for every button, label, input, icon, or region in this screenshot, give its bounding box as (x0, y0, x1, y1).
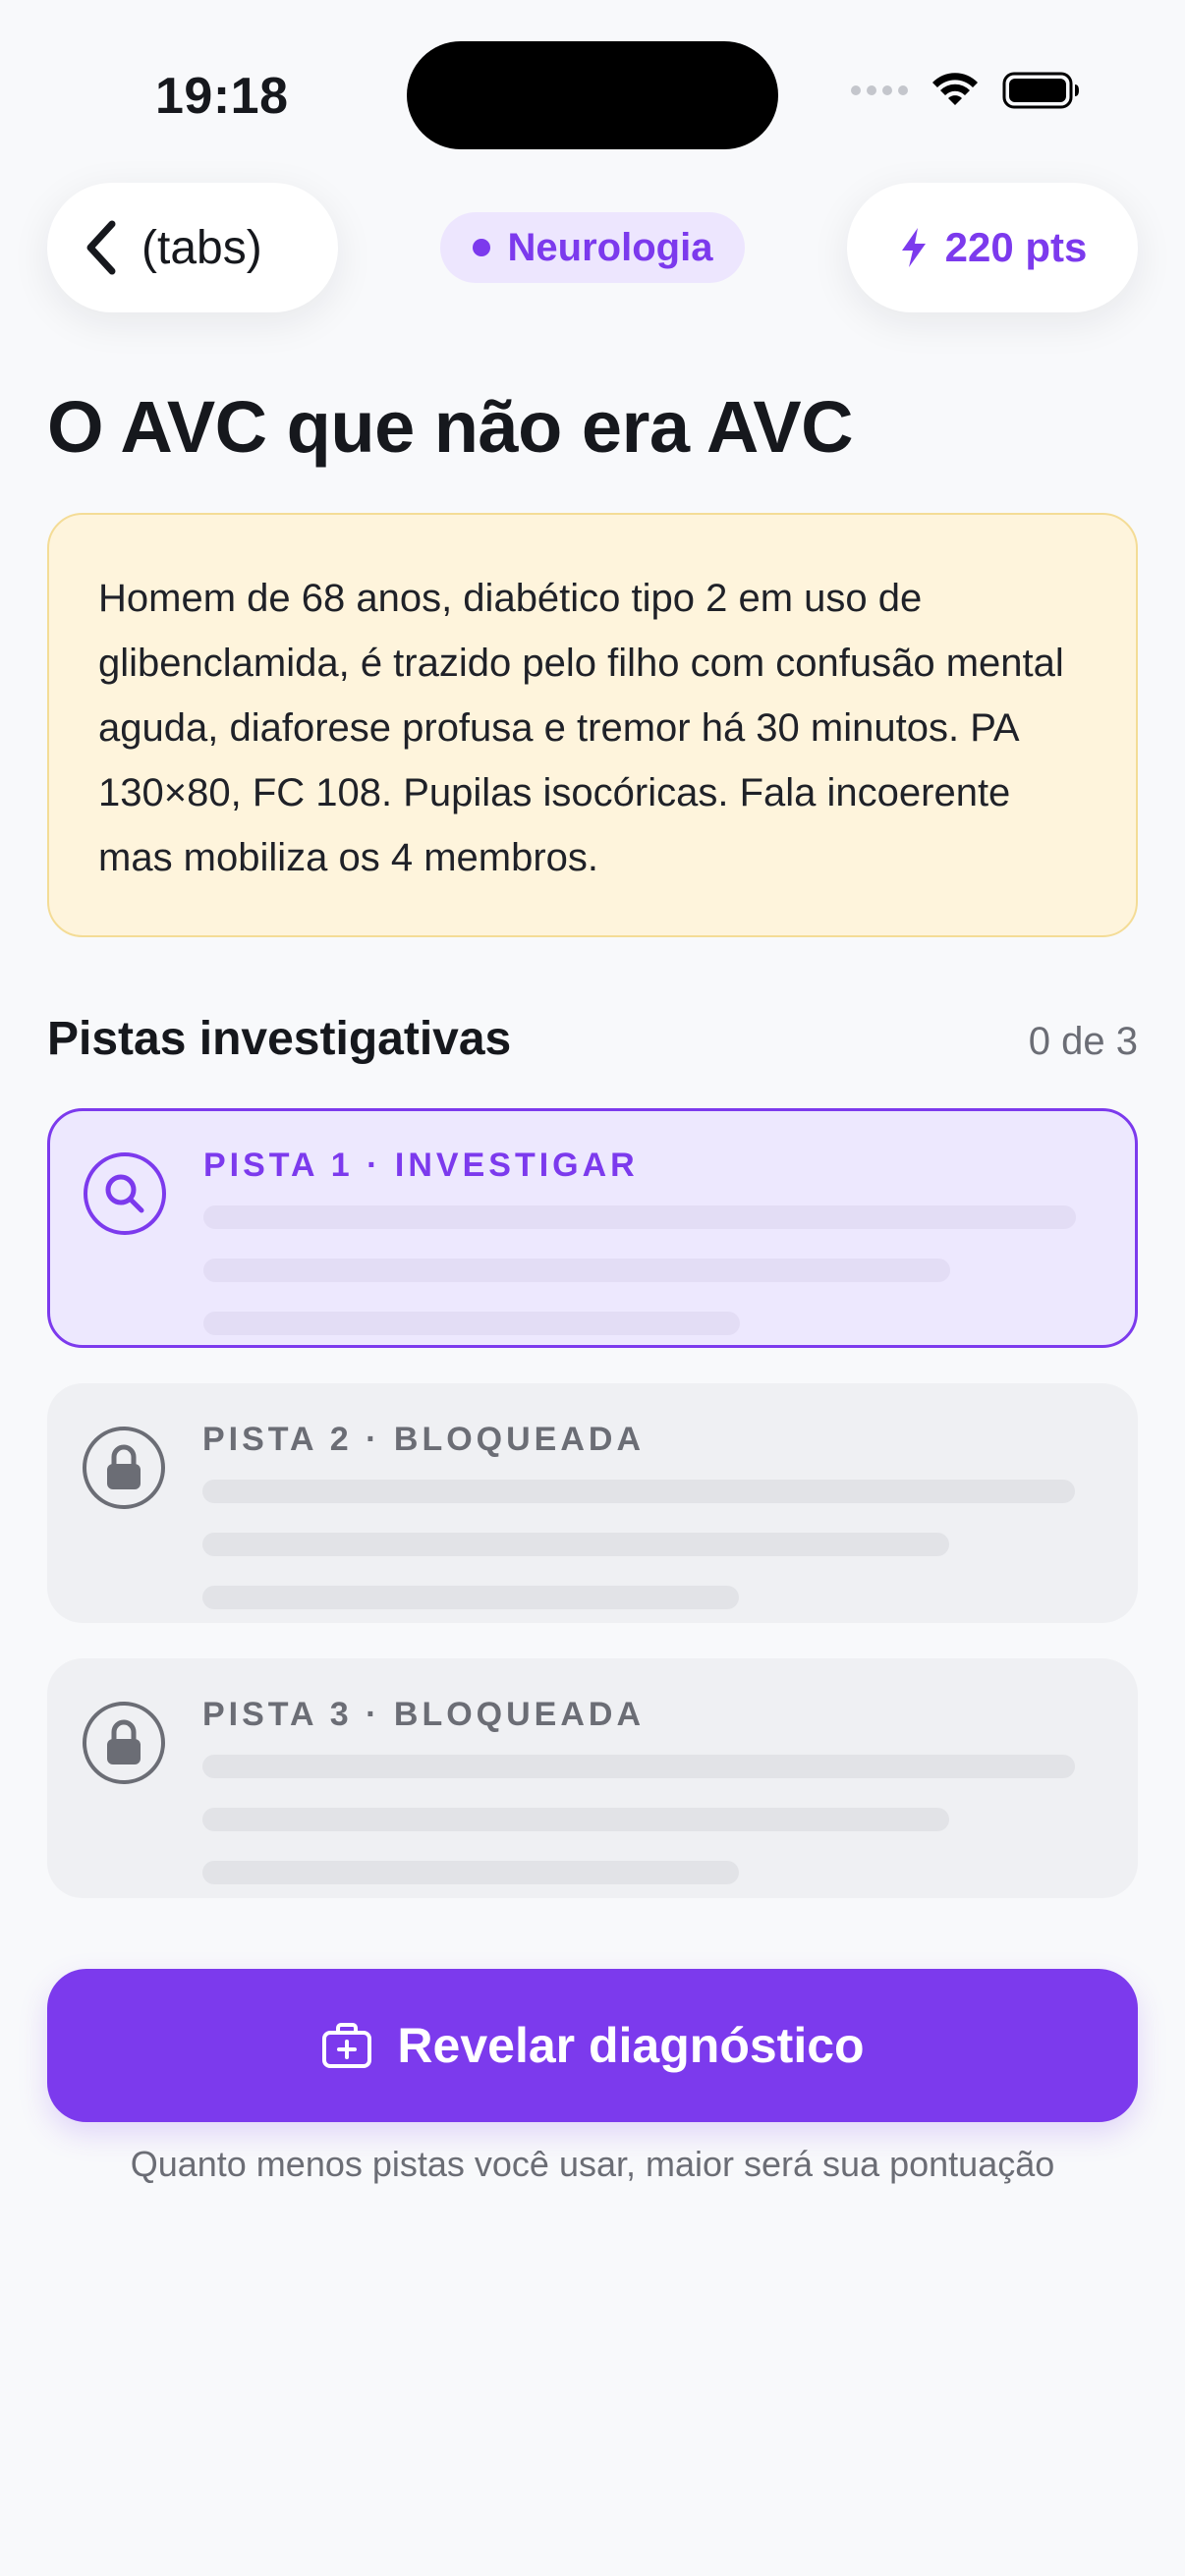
clue-label: PISTA 3 · BLOQUEADA (202, 1696, 646, 1733)
reveal-label: Revelar diagnóstico (397, 2018, 865, 2073)
clues-count: 0 de 3 (1028, 1020, 1138, 1063)
clue-label: PISTA 1 · INVESTIGAR (203, 1147, 639, 1184)
placeholder-line (202, 1586, 739, 1609)
points-badge[interactable]: 220 pts (847, 183, 1138, 312)
medical-kit-icon (322, 2023, 372, 2068)
clue-card-3: PISTA 3 · BLOQUEADA (47, 1658, 1138, 1898)
placeholder-line (202, 1808, 949, 1831)
clues-section-title: Pistas investigativas (47, 1013, 512, 1065)
placeholder-line (202, 1861, 739, 1884)
screen: 19:18 (tabs) Neurologia 220 pts O AVC qu… (0, 0, 1185, 2576)
category-label: Neurologia (507, 225, 713, 269)
clue-card-1[interactable]: PISTA 1 · INVESTIGAR (47, 1108, 1138, 1348)
clue-label: PISTA 2 · BLOQUEADA (202, 1421, 646, 1458)
page-title: O AVC que não era AVC (47, 386, 854, 468)
cellular-signal-icon (851, 85, 908, 95)
search-icon (84, 1152, 166, 1235)
lock-icon (83, 1427, 165, 1509)
points-label: 220 pts (944, 224, 1088, 270)
case-description: Homem de 68 anos, diabético tipo 2 em us… (98, 577, 1064, 879)
lock-icon (83, 1702, 165, 1784)
status-icons (851, 71, 1081, 110)
placeholder-line (202, 1755, 1075, 1778)
reveal-diagnosis-button[interactable]: Revelar diagnóstico (47, 1969, 1138, 2122)
back-label: (tabs) (141, 221, 262, 274)
placeholder-line (202, 1480, 1075, 1503)
chevron-left-icon (86, 220, 116, 275)
lightning-icon (901, 228, 926, 267)
status-time: 19:18 (155, 68, 289, 125)
placeholder-line (203, 1312, 740, 1335)
placeholder-line (203, 1205, 1076, 1229)
scoring-hint: Quanto menos pistas você usar, maior ser… (130, 2144, 1055, 2184)
battery-icon (1002, 72, 1079, 109)
category-tag: Neurologia (440, 212, 745, 283)
wifi-icon (932, 73, 978, 105)
case-description-card: Homem de 68 anos, diabético tipo 2 em us… (47, 513, 1138, 937)
back-button[interactable]: (tabs) (47, 183, 338, 312)
dynamic-island (407, 41, 778, 149)
clue-card-2: PISTA 2 · BLOQUEADA (47, 1383, 1138, 1623)
placeholder-line (203, 1259, 950, 1282)
category-dot (472, 239, 490, 256)
placeholder-line (202, 1533, 949, 1556)
